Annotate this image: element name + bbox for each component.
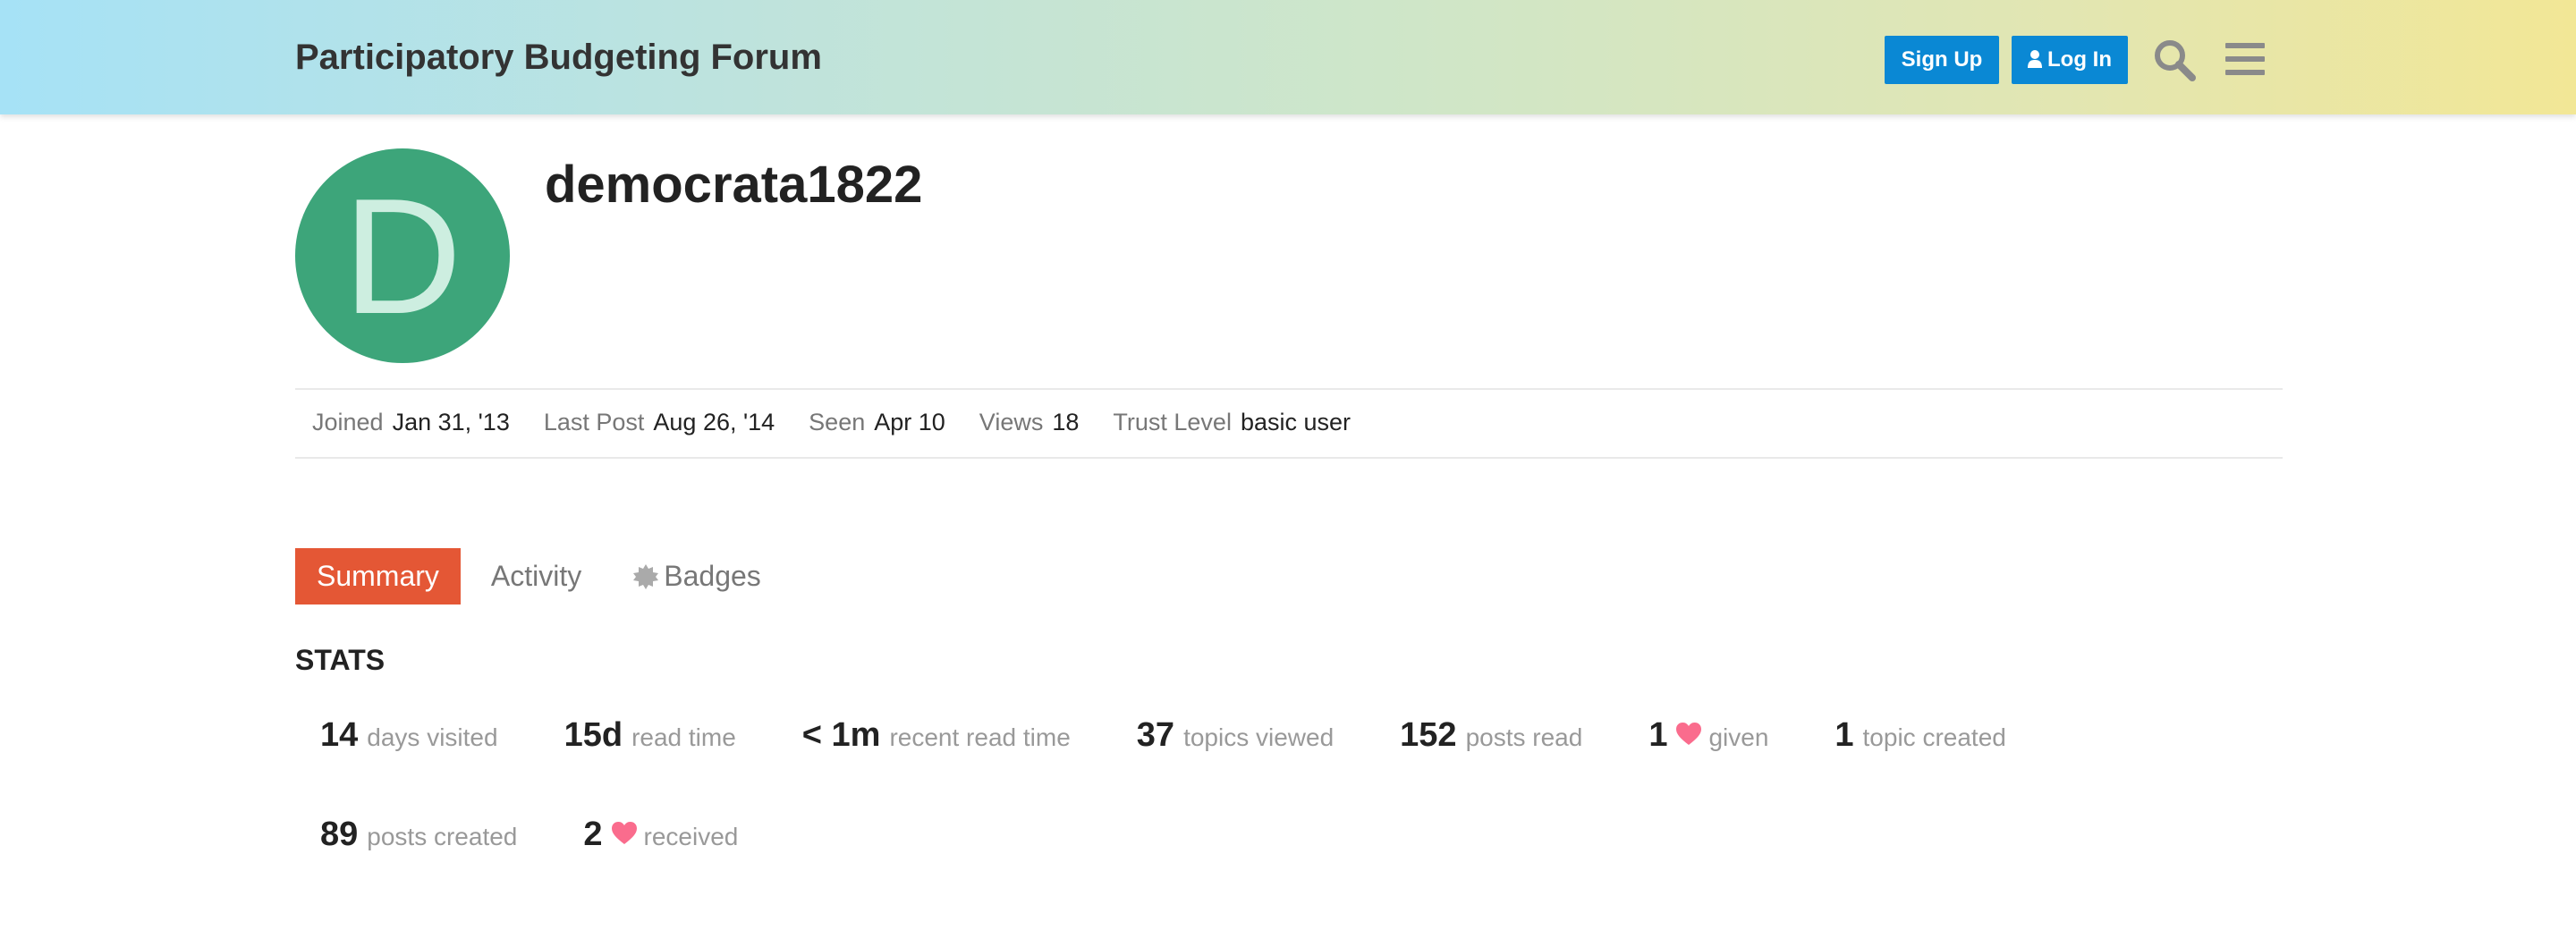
meta-label: Views [979, 409, 1044, 435]
stat-likes-given: 1 given [1648, 716, 1768, 755]
stat-posts-read: 152 posts read [1400, 716, 1582, 755]
stat-label: recent read time [889, 723, 1071, 751]
username: democrata1822 [545, 156, 923, 214]
stat-value: < 1m [801, 716, 881, 754]
stat-topics-created: 1 topic created [1835, 716, 2005, 755]
site-title[interactable]: Participatory Budgeting Forum [295, 36, 822, 79]
heart-icon [611, 822, 637, 844]
stat-likes-received: 2 received [583, 816, 738, 854]
tab-badges-label: Badges [664, 560, 761, 592]
meta-label: Seen [809, 409, 866, 435]
stats-heading: STATS [295, 644, 386, 676]
stat-value: 152 [1400, 716, 1457, 754]
stat-recent-read-time: < 1m recent read time [802, 716, 1071, 755]
tab-activity[interactable]: Activity [461, 548, 612, 604]
avatar: D [295, 148, 510, 363]
heart-icon [1676, 723, 1702, 745]
profile-meta-row: Joined Jan 31, '13 Last Post Aug 26, '14 S… [312, 404, 1385, 440]
meta-value: Jan 31, '13 [392, 409, 510, 435]
meta-value[interactable]: basic user [1241, 409, 1351, 435]
stat-value: 37 [1136, 716, 1175, 754]
meta-trust-level: Trust Level basic user [1113, 404, 1351, 440]
stat-value: 1 [1648, 716, 1668, 754]
hamburger-menu-icon[interactable] [2225, 41, 2265, 77]
stat-label: topic created [1862, 723, 2006, 751]
stat-label: days visited [367, 723, 498, 751]
meta-value: 18 [1052, 409, 1080, 435]
stats-row: 89 posts created 2 received [320, 816, 804, 860]
stat-value: 89 [320, 816, 359, 853]
stat-value: 15d [564, 716, 623, 754]
stat-label: read time [631, 723, 736, 751]
stat-label: posts read [1465, 723, 1583, 751]
stat-posts-created: 89 posts created [320, 816, 517, 854]
stat-value: 2 [583, 816, 603, 853]
log-in-label: Log In [2047, 47, 2112, 72]
profile-tabs: Summary Activity Badges [295, 548, 783, 604]
site-header: Participatory Budgeting Forum Sign Up Lo… [0, 0, 2576, 114]
meta-label: Trust Level [1113, 409, 1232, 435]
stat-value: 1 [1835, 716, 1854, 754]
search-icon[interactable] [2152, 38, 2197, 82]
tab-summary[interactable]: Summary [295, 548, 461, 604]
meta-label: Joined [312, 409, 384, 435]
divider [295, 457, 2283, 459]
meta-views: Views 18 [979, 404, 1080, 440]
log-in-button[interactable]: Log In [2012, 36, 2128, 84]
stat-value: 14 [320, 716, 359, 754]
sign-up-label: Sign Up [1901, 47, 1983, 72]
meta-label: Last Post [543, 409, 645, 435]
stat-read-time: 15d read time [564, 716, 736, 755]
sign-up-button[interactable]: Sign Up [1885, 36, 1999, 84]
badge-icon [633, 564, 659, 589]
meta-value[interactable]: Aug 26, '14 [653, 409, 775, 435]
stat-label: posts created [367, 823, 518, 850]
tab-badges[interactable]: Badges [612, 548, 783, 604]
meta-value: Apr 10 [874, 409, 945, 435]
stat-days-visited: 14 days visited [320, 716, 498, 755]
divider [295, 388, 2283, 390]
stat-topics-viewed: 37 topics viewed [1137, 716, 1334, 755]
stat-label: received [643, 823, 739, 850]
stat-label: topics viewed [1183, 723, 1335, 751]
meta-last-post: Last Post Aug 26, '14 [544, 404, 775, 440]
stat-label: given [1708, 723, 1769, 751]
stats-row: 14 days visited 15d read time < 1m recent r… [320, 716, 2072, 761]
meta-seen: Seen Apr 10 [809, 404, 945, 440]
meta-joined: Joined Jan 31, '13 [312, 404, 510, 440]
user-icon [2028, 50, 2042, 68]
